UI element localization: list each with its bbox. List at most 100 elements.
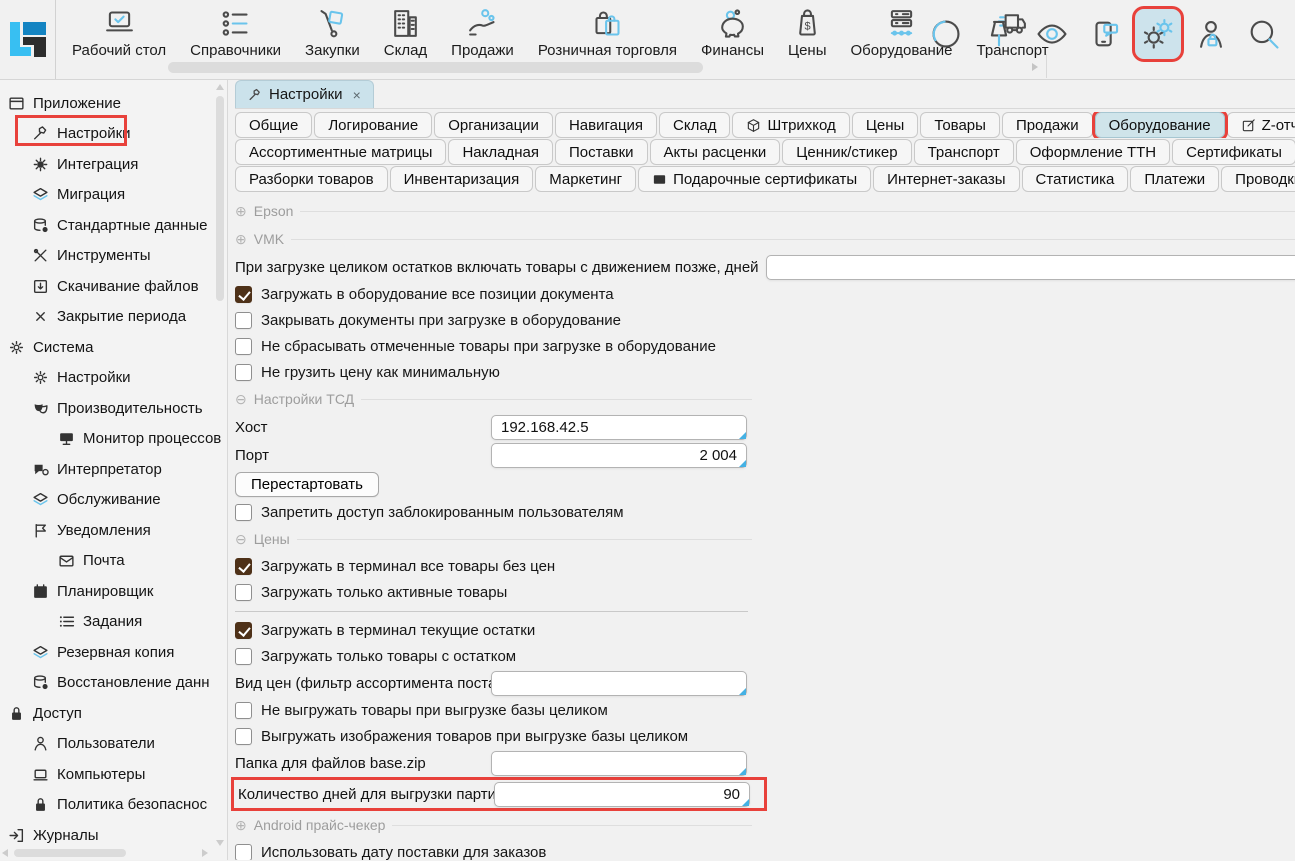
sidebar-item-migratsiya[interactable]: Миграция bbox=[0, 180, 227, 211]
pin-icon[interactable] bbox=[976, 9, 1022, 59]
toolbar-item-purchases[interactable]: Закупки bbox=[293, 7, 372, 59]
expand-icon[interactable]: ⊕ bbox=[235, 204, 247, 218]
section-vmk[interactable]: ⊕VMK bbox=[235, 225, 1295, 253]
sidebar-item-prilozhenie[interactable]: Приложение bbox=[0, 88, 227, 119]
tab-prodazhi[interactable]: Продажи bbox=[1002, 112, 1093, 138]
toolbar-item-finance[interactable]: Финансы bbox=[689, 7, 776, 59]
sidebar-item-instrumenty[interactable]: Инструменты bbox=[0, 241, 227, 272]
close-icon[interactable]: × bbox=[353, 87, 361, 103]
section-epson[interactable]: ⊕Epson bbox=[235, 197, 1295, 225]
tab-statistika[interactable]: Статистика bbox=[1022, 166, 1129, 192]
tab-z-otchety[interactable]: Z-отчеты bbox=[1227, 112, 1295, 138]
sidebar-item-interpretator[interactable]: Интерпретатор bbox=[0, 454, 227, 485]
checkbox[interactable] bbox=[235, 584, 252, 601]
collapse-icon[interactable]: ⊖ bbox=[235, 532, 247, 546]
tab-inventarizatsiya[interactable]: Инвентаризация bbox=[390, 166, 534, 192]
checkbox[interactable] bbox=[235, 844, 252, 861]
sidebar-item-planirovshchik[interactable]: Планировщик bbox=[0, 576, 227, 607]
toolbar-item-warehouse[interactable]: Склад bbox=[372, 7, 439, 59]
sidebar-item-rezervnaya-kopiya[interactable]: Резервная копия bbox=[0, 637, 227, 668]
collapse-icon[interactable]: ⊖ bbox=[235, 392, 247, 406]
scroll-left-arrow[interactable] bbox=[2, 849, 8, 857]
settings-gears-icon[interactable] bbox=[1135, 9, 1181, 59]
checkbox[interactable] bbox=[235, 364, 252, 381]
tab-tsennik-stiker[interactable]: Ценник/стикер bbox=[782, 139, 911, 165]
tab-oformlenie-ttn[interactable]: Оформление ТТН bbox=[1016, 139, 1170, 165]
tab-podarochnye-sertifikaty[interactable]: Подарочные сертификаты bbox=[638, 166, 871, 192]
sidebar-vscroll-thumb[interactable] bbox=[216, 96, 224, 301]
sidebar-item-zhurnaly[interactable]: Журналы bbox=[0, 820, 227, 851]
tab-sertifikaty[interactable]: Сертификаты bbox=[1172, 139, 1295, 165]
tab-platezhi[interactable]: Платежи bbox=[1130, 166, 1219, 192]
visibility-icon[interactable] bbox=[1029, 9, 1075, 59]
tab-nastroyki-document[interactable]: Настройки × bbox=[235, 80, 374, 108]
toolbar-scroll-right-arrow[interactable] bbox=[1032, 63, 1038, 71]
sidebar-item-pochta[interactable]: Почта bbox=[0, 546, 227, 577]
sidebar-item-dostup[interactable]: Доступ bbox=[0, 698, 227, 729]
basezip-folder-input[interactable] bbox=[491, 751, 747, 776]
sidebar-item-standartnye-dannye[interactable]: Стандартные данные bbox=[0, 210, 227, 241]
batch-unload-days-input[interactable] bbox=[494, 782, 750, 807]
tab-oborudovanie-selected[interactable]: Оборудование bbox=[1095, 112, 1225, 138]
toolbar-scrollbar[interactable] bbox=[166, 61, 1040, 74]
tab-razborki-tovarov[interactable]: Разборки товаров bbox=[235, 166, 388, 192]
tab-obshchie[interactable]: Общие bbox=[235, 112, 312, 138]
search-icon[interactable] bbox=[1241, 9, 1287, 59]
sidebar-item-vosstanovlenie-dannykh[interactable]: Восстановление данн bbox=[0, 668, 227, 699]
tab-postavki[interactable]: Поставки bbox=[555, 139, 648, 165]
sidebar-item-zakrytie-perioda[interactable]: Закрытие периода bbox=[0, 302, 227, 333]
tab-logirovanie[interactable]: Логирование bbox=[314, 112, 432, 138]
sidebar-item-zadaniya[interactable]: Задания bbox=[0, 607, 227, 638]
checkbox[interactable] bbox=[235, 728, 252, 745]
tab-assortimentnye-matritsy[interactable]: Ассортиментные матрицы bbox=[235, 139, 446, 165]
section-android-price-checker[interactable]: ⊕Android прайс-чекер bbox=[235, 811, 752, 839]
checkbox[interactable] bbox=[235, 648, 252, 665]
toolbar-item-prices[interactable]: $Цены bbox=[776, 7, 839, 59]
tab-provodki[interactable]: Проводки bbox=[1221, 166, 1295, 192]
tab-transport[interactable]: Транспорт bbox=[914, 139, 1014, 165]
time-icon[interactable] bbox=[923, 9, 969, 59]
tab-akty-rastsenki[interactable]: Акты расценки bbox=[650, 139, 781, 165]
tab-navigatsiya[interactable]: Навигация bbox=[555, 112, 657, 138]
app-logo[interactable] bbox=[0, 0, 56, 79]
scroll-down-arrow[interactable] bbox=[216, 840, 224, 846]
sidebar-item-proizvoditelnost[interactable]: Производительность bbox=[0, 393, 227, 424]
user-permissions-icon[interactable] bbox=[1188, 9, 1234, 59]
tab-marketing[interactable]: Маркетинг bbox=[535, 166, 636, 192]
checkbox[interactable] bbox=[235, 338, 252, 355]
sidebar-hscroll-thumb[interactable] bbox=[14, 849, 126, 857]
restart-button[interactable]: Перестартовать bbox=[235, 472, 379, 497]
toolbar-item-sales[interactable]: Продажи bbox=[439, 7, 526, 59]
section-tsd-settings[interactable]: ⊖Настройки ТСД bbox=[235, 385, 752, 413]
sidebar-item-nastroyki-sistema[interactable]: Настройки bbox=[0, 363, 227, 394]
sidebar-item-integratsiya[interactable]: Интеграция bbox=[0, 149, 227, 180]
expand-icon[interactable]: ⊕ bbox=[235, 232, 247, 246]
tab-internet-zakazy[interactable]: Интернет-заказы bbox=[873, 166, 1019, 192]
checkbox[interactable] bbox=[235, 504, 252, 521]
sidebar-item-kompyutery[interactable]: Компьютеры bbox=[0, 759, 227, 790]
toolbar-item-retail[interactable]: Розничная торговля bbox=[526, 7, 689, 59]
sidebar-item-nastroyki-app[interactable]: Настройки bbox=[0, 119, 227, 150]
tab-tovary[interactable]: Товары bbox=[920, 112, 1000, 138]
sidebar-horizontal-scrollbar[interactable] bbox=[2, 848, 208, 858]
toolbar-scrollbar-thumb[interactable] bbox=[168, 62, 703, 73]
tab-sklad[interactable]: Склад bbox=[659, 112, 730, 138]
checkbox[interactable] bbox=[235, 702, 252, 719]
port-input[interactable] bbox=[491, 443, 747, 468]
expand-icon[interactable]: ⊕ bbox=[235, 818, 247, 832]
messages-icon[interactable] bbox=[1082, 9, 1128, 59]
sidebar-item-obsluzhivanie[interactable]: Обслуживание bbox=[0, 485, 227, 516]
section-prices[interactable]: ⊖Цены bbox=[235, 525, 752, 553]
host-input[interactable] bbox=[491, 415, 747, 440]
scroll-up-arrow[interactable] bbox=[216, 84, 224, 90]
sidebar-item-monitor-protsessov[interactable]: Монитор процессов bbox=[0, 424, 227, 455]
sidebar-item-uvedomleniya[interactable]: Уведомления bbox=[0, 515, 227, 546]
sidebar-item-politika-bezopasnosti[interactable]: Политика безопаснос bbox=[0, 790, 227, 821]
checkbox[interactable] bbox=[235, 558, 252, 575]
tab-organizatsii[interactable]: Организации bbox=[434, 112, 553, 138]
sidebar-item-sistema[interactable]: Система bbox=[0, 332, 227, 363]
toolbar-item-desktop[interactable]: Рабочий стол bbox=[60, 7, 178, 59]
sidebar-item-polzovateli[interactable]: Пользователи bbox=[0, 729, 227, 760]
price-type-input[interactable] bbox=[491, 671, 747, 696]
tab-shtrikhkod[interactable]: Штрихкод bbox=[732, 112, 849, 138]
